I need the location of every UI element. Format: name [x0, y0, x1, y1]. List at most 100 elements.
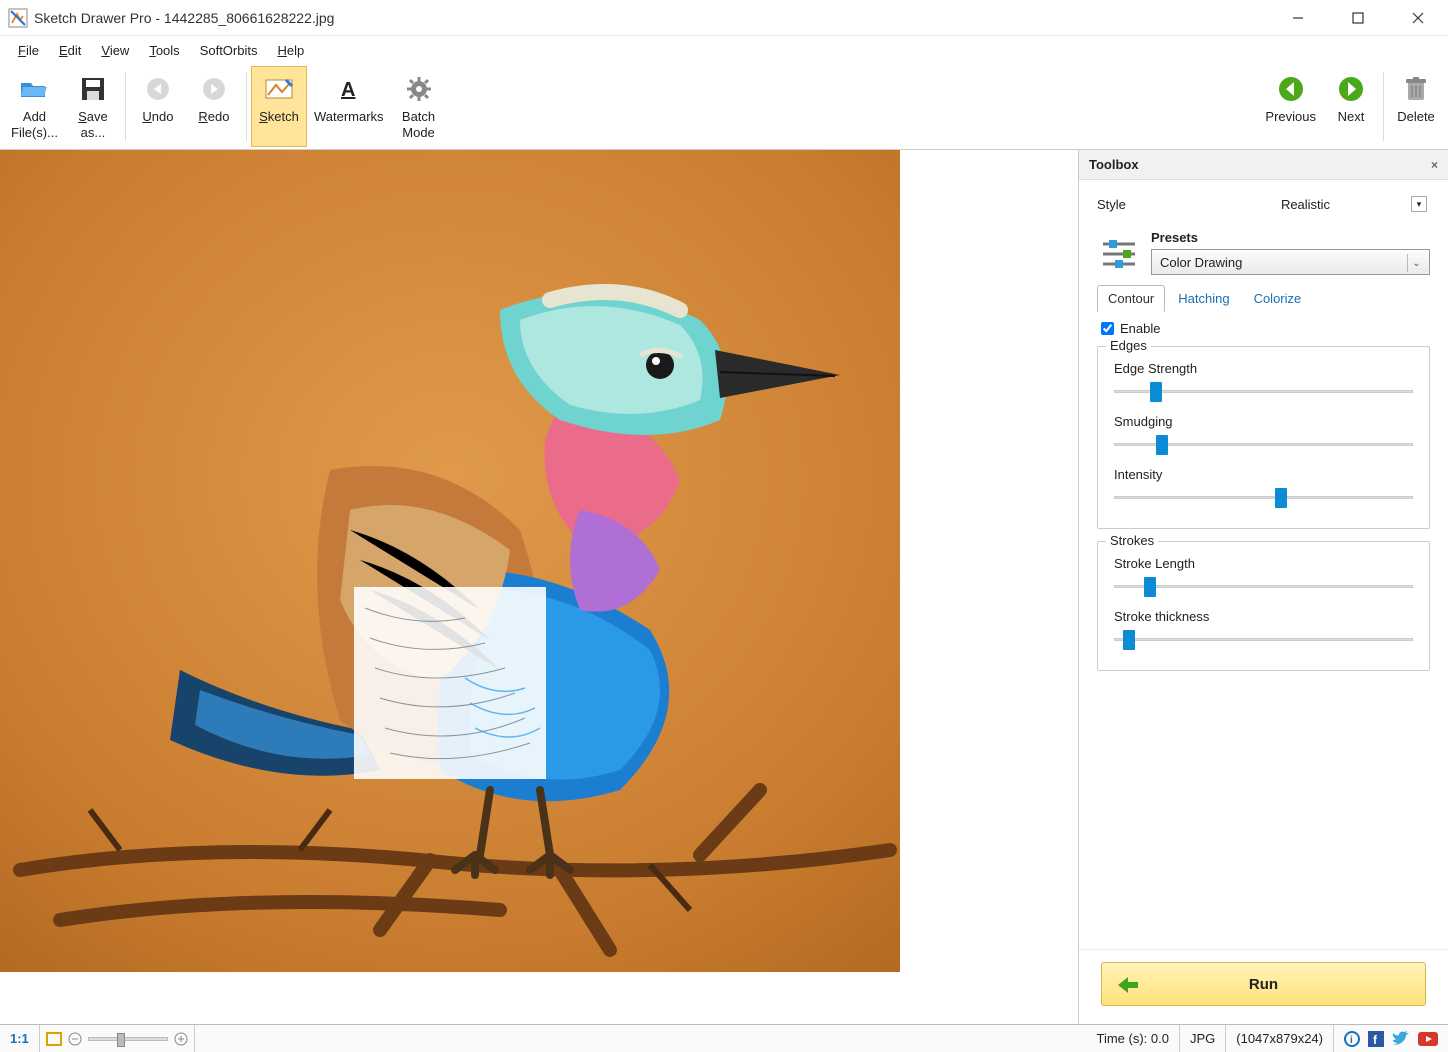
tab-contour[interactable]: Contour — [1097, 285, 1165, 312]
stroke-length-slider[interactable] — [1114, 575, 1413, 599]
add-files-button[interactable]: AddFile(s)... — [4, 66, 65, 147]
menu-edit[interactable]: Edit — [51, 40, 89, 61]
edges-fieldset: Edges Edge Strength Smudging Intensity — [1097, 346, 1430, 529]
presets-value: Color Drawing — [1160, 255, 1242, 270]
menu-file[interactable]: File — [10, 40, 47, 61]
arrow-right-icon — [1337, 71, 1365, 107]
save-as-label: Saveas... — [78, 109, 108, 140]
tab-colorize[interactable]: Colorize — [1243, 285, 1313, 312]
chevron-down-icon: ▾ — [1411, 196, 1427, 212]
maximize-button[interactable] — [1328, 0, 1388, 36]
status-time: Time (s): 0.0 — [1086, 1025, 1179, 1052]
redo-label: Redo — [198, 109, 229, 125]
toolbox-tabs: Contour Hatching Colorize — [1097, 285, 1430, 313]
toolbox-panel: Toolbox × Style Realistic ▾ Presets Colo… — [1078, 150, 1448, 1024]
zoom-out-icon[interactable] — [68, 1032, 82, 1046]
style-value: Realistic — [1281, 197, 1330, 212]
delete-label: Delete — [1397, 109, 1435, 125]
undo-icon — [145, 71, 171, 107]
facebook-icon[interactable]: f — [1368, 1031, 1384, 1047]
chevron-down-icon: ⌄ — [1407, 254, 1425, 272]
intensity-slider[interactable] — [1114, 486, 1413, 510]
separator — [1383, 72, 1384, 141]
gear-icon — [406, 71, 432, 107]
style-label: Style — [1097, 197, 1181, 212]
undo-button[interactable]: Undo — [130, 66, 186, 147]
previous-button[interactable]: Previous — [1258, 66, 1323, 147]
toolbox-header: Toolbox × — [1079, 150, 1448, 180]
undo-label: Undo — [142, 109, 173, 125]
sketch-icon — [264, 71, 294, 107]
sketch-button[interactable]: Sketch — [251, 66, 307, 147]
edge-strength-label: Edge Strength — [1114, 361, 1417, 376]
toolbar: AddFile(s)... Saveas... Undo Redo Sketch… — [0, 64, 1448, 150]
svg-text:A: A — [341, 79, 355, 101]
folder-open-icon — [19, 71, 49, 107]
toolbox-pin-icon[interactable]: × — [1431, 158, 1438, 172]
redo-button[interactable]: Redo — [186, 66, 242, 147]
zoom-ratio[interactable]: 1:1 — [0, 1025, 40, 1052]
menu-tools[interactable]: Tools — [141, 40, 187, 61]
canvas-area[interactable] — [0, 150, 1078, 1024]
batch-mode-label: BatchMode — [402, 109, 435, 140]
smudging-label: Smudging — [1114, 414, 1417, 429]
smudging-slider[interactable] — [1114, 433, 1413, 457]
enable-checkbox[interactable] — [1101, 322, 1114, 335]
menu-help[interactable]: Help — [269, 40, 312, 61]
status-format: JPG — [1180, 1025, 1226, 1052]
intensity-label: Intensity — [1114, 467, 1417, 482]
presets-title: Presets — [1151, 230, 1430, 245]
image-preview — [0, 150, 900, 972]
sketch-preview-overlay[interactable] — [355, 588, 545, 778]
bird-illustration-icon — [0, 150, 900, 972]
play-arrow-icon — [1116, 973, 1140, 997]
next-button[interactable]: Next — [1323, 66, 1379, 147]
twitter-icon[interactable] — [1392, 1031, 1410, 1047]
svg-text:i: i — [1350, 1035, 1353, 1046]
edges-legend: Edges — [1106, 338, 1151, 353]
toolbox-title: Toolbox — [1089, 157, 1139, 172]
titlebar: Sketch Drawer Pro - 1442285_80661628222.… — [0, 0, 1448, 36]
zoom-slider[interactable] — [88, 1037, 168, 1041]
save-as-button[interactable]: Saveas... — [65, 66, 121, 147]
presets-combo[interactable]: Color Drawing ⌄ — [1151, 249, 1430, 275]
menu-softorbits[interactable]: SoftOrbits — [192, 40, 266, 61]
separator — [125, 72, 126, 141]
run-button[interactable]: Run — [1101, 962, 1426, 1006]
sketch-label: Sketch — [259, 109, 299, 125]
sliders-icon — [1097, 230, 1141, 274]
info-icon[interactable]: i — [1344, 1031, 1360, 1047]
status-dimensions: (1047x879x24) — [1226, 1025, 1334, 1052]
batch-mode-button[interactable]: BatchMode — [391, 66, 447, 147]
watermarks-button[interactable]: A Watermarks — [307, 66, 391, 147]
next-label: Next — [1338, 109, 1365, 125]
watermarks-label: Watermarks — [314, 109, 384, 125]
add-files-label: AddFile(s)... — [11, 109, 58, 140]
minimize-button[interactable] — [1268, 0, 1328, 36]
window-title: Sketch Drawer Pro - 1442285_80661628222.… — [34, 10, 1268, 26]
tab-hatching[interactable]: Hatching — [1167, 285, 1240, 312]
separator — [246, 72, 247, 141]
statusbar: 1:1 Time (s): 0.0 JPG (1047x879x24) i f — [0, 1024, 1448, 1052]
menubar: File Edit View Tools SoftOrbits Help — [0, 36, 1448, 64]
zoom-controls — [40, 1025, 195, 1052]
zoom-in-icon[interactable] — [174, 1032, 188, 1046]
strokes-fieldset: Strokes Stroke Length Stroke thickness — [1097, 541, 1430, 671]
edge-strength-slider[interactable] — [1114, 380, 1413, 404]
stroke-length-label: Stroke Length — [1114, 556, 1417, 571]
close-button[interactable] — [1388, 0, 1448, 36]
youtube-icon[interactable] — [1418, 1032, 1438, 1046]
previous-label: Previous — [1265, 109, 1316, 125]
fit-screen-icon[interactable] — [46, 1032, 62, 1046]
main-area: Toolbox × Style Realistic ▾ Presets Colo… — [0, 150, 1448, 1024]
watermark-icon: A — [336, 71, 362, 107]
social-icons: i f — [1334, 1031, 1448, 1047]
strokes-legend: Strokes — [1106, 533, 1158, 548]
stroke-thickness-label: Stroke thickness — [1114, 609, 1417, 624]
menu-view[interactable]: View — [93, 40, 137, 61]
delete-button[interactable]: Delete — [1388, 66, 1444, 147]
floppy-disk-icon — [80, 71, 106, 107]
stroke-thickness-slider[interactable] — [1114, 628, 1413, 652]
style-combo[interactable]: Realistic ▾ — [1181, 192, 1430, 216]
arrow-left-icon — [1277, 71, 1305, 107]
